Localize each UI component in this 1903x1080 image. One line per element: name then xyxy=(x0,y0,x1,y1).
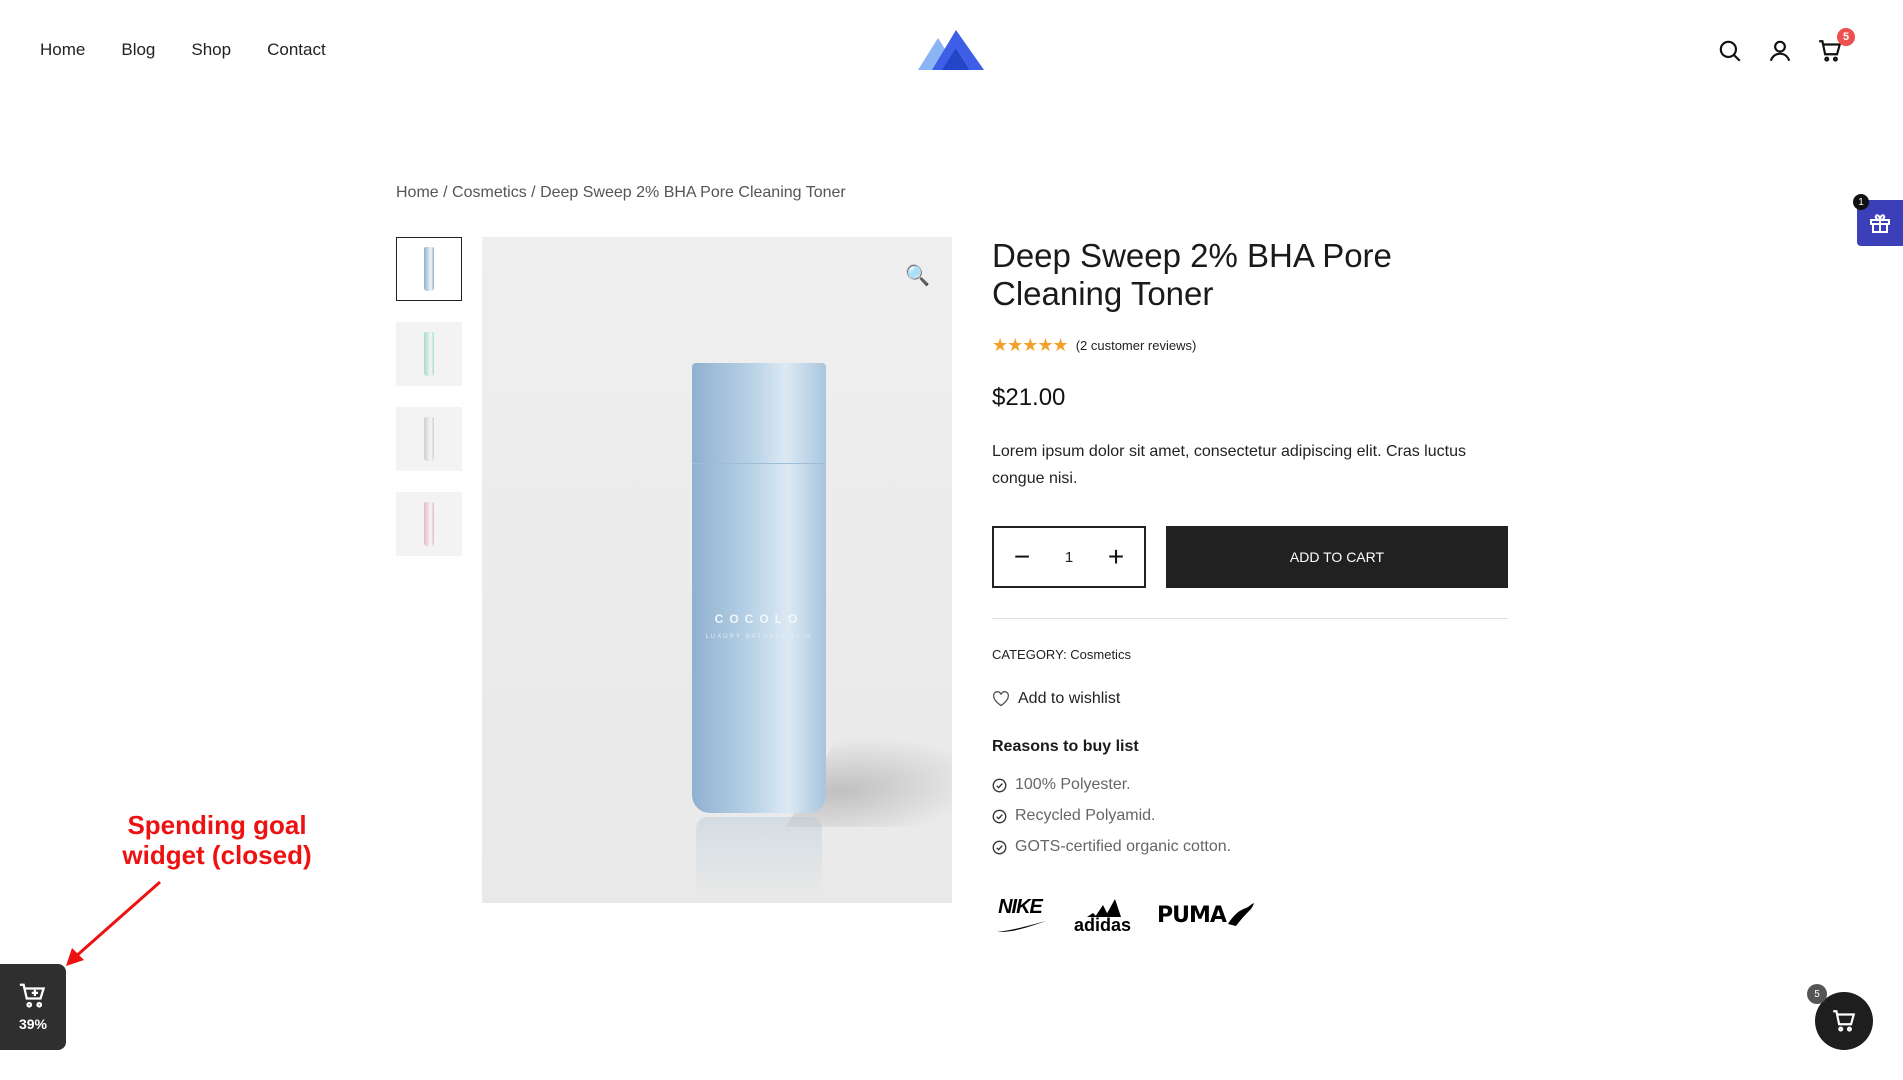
nav-home[interactable]: Home xyxy=(40,40,85,60)
divider xyxy=(992,618,1508,619)
main-nav: Home Blog Shop Contact xyxy=(40,40,326,60)
check-circle-icon xyxy=(992,809,1007,823)
product-summary: Deep Sweep 2% BHA Pore Cleaning Toner ★★… xyxy=(992,237,1508,935)
gift-icon xyxy=(1870,214,1890,233)
bottle-reflection xyxy=(696,817,822,897)
adidas-logo: adidas xyxy=(1074,897,1132,935)
reason-text: 100% Polyester. xyxy=(1015,776,1131,793)
brand-logos: NIKE adidas PUMA xyxy=(992,896,1508,935)
breadcrumb-current: Deep Sweep 2% BHA Pore Cleaning Toner xyxy=(540,184,846,201)
product-description: Lorem ipsum dolor sit amet, consectetur … xyxy=(992,443,1466,487)
thumbnail-pink[interactable] xyxy=(396,492,462,556)
search-icon[interactable] xyxy=(1717,38,1743,64)
product-category: CATEGORY: Cosmetics xyxy=(992,647,1508,662)
site-logo[interactable] xyxy=(918,26,986,78)
bottle-cap xyxy=(692,363,826,465)
annotation-label: Spending goal widget (closed) xyxy=(102,810,332,870)
heart-icon xyxy=(993,691,1009,707)
product-title: Deep Sweep 2% BHA Pore Cleaning Toner xyxy=(992,237,1392,312)
nav-blog[interactable]: Blog xyxy=(121,40,155,60)
list-item: 100% Polyester. xyxy=(992,776,1508,794)
gift-widget-button[interactable]: 1 xyxy=(1853,194,1903,246)
thumbnail-bottle xyxy=(424,247,434,291)
check-circle-icon xyxy=(992,778,1007,792)
reasons-title: Reasons to buy list xyxy=(992,738,1139,755)
gift-count-badge: 1 xyxy=(1853,194,1869,210)
product-main-image[interactable]: 🔍 COCOLO LUXURY NATURAL SKIN xyxy=(482,237,952,903)
reason-text: Recycled Polyamid. xyxy=(1015,807,1156,824)
quantity-input[interactable]: 1 xyxy=(1065,549,1073,566)
nike-logo: NIKE xyxy=(992,896,1048,933)
swoosh-icon xyxy=(994,921,1046,932)
account-icon[interactable] xyxy=(1767,38,1793,64)
header-actions: 5 xyxy=(1717,28,1855,64)
thumbnail-grey[interactable] xyxy=(396,407,462,471)
category-label: CATEGORY: xyxy=(992,647,1071,662)
product-thumbnails xyxy=(396,237,462,577)
breadcrumb-category[interactable]: Cosmetics xyxy=(452,184,527,201)
thumbnail-bottle xyxy=(424,417,434,461)
bottle-subtitle-text: LUXURY NATURAL SKIN xyxy=(705,634,813,640)
puma-logo: PUMA xyxy=(1157,902,1256,928)
list-item: GOTS-certified organic cotton. xyxy=(992,838,1508,856)
category-link[interactable]: Cosmetics xyxy=(1070,647,1131,662)
nav-contact[interactable]: Contact xyxy=(267,40,326,60)
puma-cat-icon xyxy=(1227,902,1254,926)
cart-count-badge: 5 xyxy=(1837,28,1855,46)
nav-shop[interactable]: Shop xyxy=(191,40,231,60)
product-rating: ★★★★★ (2 customer reviews) xyxy=(992,335,1508,356)
cart-icon xyxy=(1833,1010,1856,1032)
thumbnail-green[interactable] xyxy=(396,322,462,386)
reasons-list: 100% Polyester. Recycled Polyamid. GOTS-… xyxy=(992,776,1508,856)
spending-goal-widget[interactable]: 39% xyxy=(0,964,66,1050)
wishlist-label: Add to wishlist xyxy=(1018,690,1121,707)
adidas-wordmark: adidas xyxy=(1074,914,1132,935)
thumbnail-bottle xyxy=(424,502,434,546)
adidas-stripes-icon xyxy=(1086,898,1121,917)
list-item: Recycled Polyamid. xyxy=(992,807,1508,825)
bottle-body: COCOLO LUXURY NATURAL SKIN xyxy=(692,463,826,813)
header-cart[interactable]: 5 xyxy=(1817,28,1855,64)
floating-cart-button[interactable]: 5 xyxy=(1807,984,1873,1050)
floating-cart-count-badge: 5 xyxy=(1807,984,1827,1004)
puma-wordmark: PUMA xyxy=(1157,902,1227,928)
zoom-icon[interactable]: 🔍 xyxy=(905,263,930,288)
breadcrumb-separator: / xyxy=(526,184,541,201)
check-circle-icon xyxy=(992,840,1007,854)
quantity-stepper: − 1 + xyxy=(992,526,1146,588)
nike-wordmark: NIKE xyxy=(998,896,1043,918)
purchase-row: − 1 + ADD TO CART xyxy=(992,526,1508,588)
bottle-brand-text: COCOLO xyxy=(714,612,804,626)
product-price: $21.00 xyxy=(992,384,1066,411)
quantity-increase-button[interactable]: + xyxy=(1104,541,1128,573)
quantity-decrease-button[interactable]: − xyxy=(1010,541,1034,573)
product-bottle: COCOLO LUXURY NATURAL SKIN xyxy=(692,363,826,813)
review-count-link[interactable]: (2 customer reviews) xyxy=(1076,338,1197,353)
star-rating-icon: ★★★★★ xyxy=(992,335,1069,355)
breadcrumb-home[interactable]: Home xyxy=(396,184,439,201)
thumbnail-blue[interactable] xyxy=(396,237,462,301)
breadcrumb: Home / Cosmetics / Deep Sweep 2% BHA Por… xyxy=(396,184,846,202)
spending-goal-percent: 39% xyxy=(18,1016,48,1032)
add-to-cart-button[interactable]: ADD TO CART xyxy=(1166,526,1508,588)
add-to-wishlist-link[interactable]: Add to wishlist xyxy=(992,690,1508,708)
thumbnail-bottle xyxy=(424,332,434,376)
annotation-line-2: widget (closed) xyxy=(122,840,312,870)
breadcrumb-separator: / xyxy=(438,184,453,201)
annotation-arrow xyxy=(66,880,161,966)
reason-text: GOTS-certified organic cotton. xyxy=(1015,838,1232,855)
annotation-line-1: Spending goal xyxy=(127,810,307,840)
cart-plus-icon xyxy=(19,983,46,1008)
